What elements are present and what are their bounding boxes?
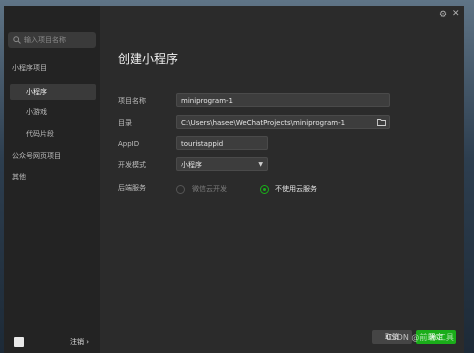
backend-label: 后端服务: [118, 184, 146, 192]
close-icon[interactable]: ✕: [452, 9, 462, 19]
backend-option-label: 不使用云服务: [275, 185, 317, 193]
backend-option-wechat-cloud[interactable]: 微信云开发: [176, 185, 256, 195]
directory-value: C:\Users\hasee\WeChatProjects\miniprogra…: [181, 119, 346, 127]
sidebar-footer: 注销 ›: [4, 333, 100, 353]
dev-mode-select[interactable]: 小程序 ▼: [176, 157, 268, 171]
project-name-field[interactable]: miniprogram-1: [176, 93, 390, 107]
page-title: 创建小程序: [118, 52, 179, 66]
sidebar-item-miniprogram[interactable]: 小程序: [10, 84, 96, 100]
backend-option-no-cloud[interactable]: 不使用云服务: [260, 185, 340, 195]
avatar[interactable]: [14, 337, 24, 347]
appid-label: AppID: [118, 140, 140, 148]
dev-mode-label: 开发模式: [118, 161, 146, 169]
sidebar-section-mini-project: 小程序项目: [12, 64, 47, 72]
radio-unselected[interactable]: [176, 185, 185, 194]
radio-selected[interactable]: [260, 185, 269, 194]
sidebar-item-other[interactable]: 其他: [12, 169, 26, 185]
backend-option-label: 微信云开发: [192, 185, 227, 193]
folder-icon[interactable]: [377, 118, 386, 126]
create-project-window: 小程序项目 小程序 小游戏 代码片段 公众号网页项目 其他 注销 › ⚙ ✕ 创…: [4, 6, 464, 353]
sidebar-item-minigame[interactable]: 小游戏: [26, 104, 47, 120]
watermark: CSDN @前端·工具: [386, 333, 454, 342]
sidebar-item-public-page[interactable]: 公众号网页项目: [12, 148, 61, 164]
directory-label: 目录: [118, 119, 132, 127]
chevron-down-icon: ▼: [258, 161, 263, 168]
logout-link[interactable]: 注销 ›: [70, 337, 89, 347]
search-box[interactable]: [8, 32, 96, 48]
dev-mode-value: 小程序: [181, 161, 202, 169]
search-icon: [13, 36, 21, 44]
sidebar-item-code-snippet[interactable]: 代码片段: [26, 126, 54, 142]
sidebar: 小程序项目 小程序 小游戏 代码片段 公众号网页项目 其他 注销 ›: [4, 6, 100, 353]
directory-field[interactable]: C:\Users\hasee\WeChatProjects\miniprogra…: [176, 115, 390, 129]
project-name-label: 项目名称: [118, 97, 146, 105]
search-input[interactable]: [24, 32, 94, 48]
gear-icon[interactable]: ⚙: [439, 10, 449, 20]
appid-field[interactable]: touristappid: [176, 136, 268, 150]
